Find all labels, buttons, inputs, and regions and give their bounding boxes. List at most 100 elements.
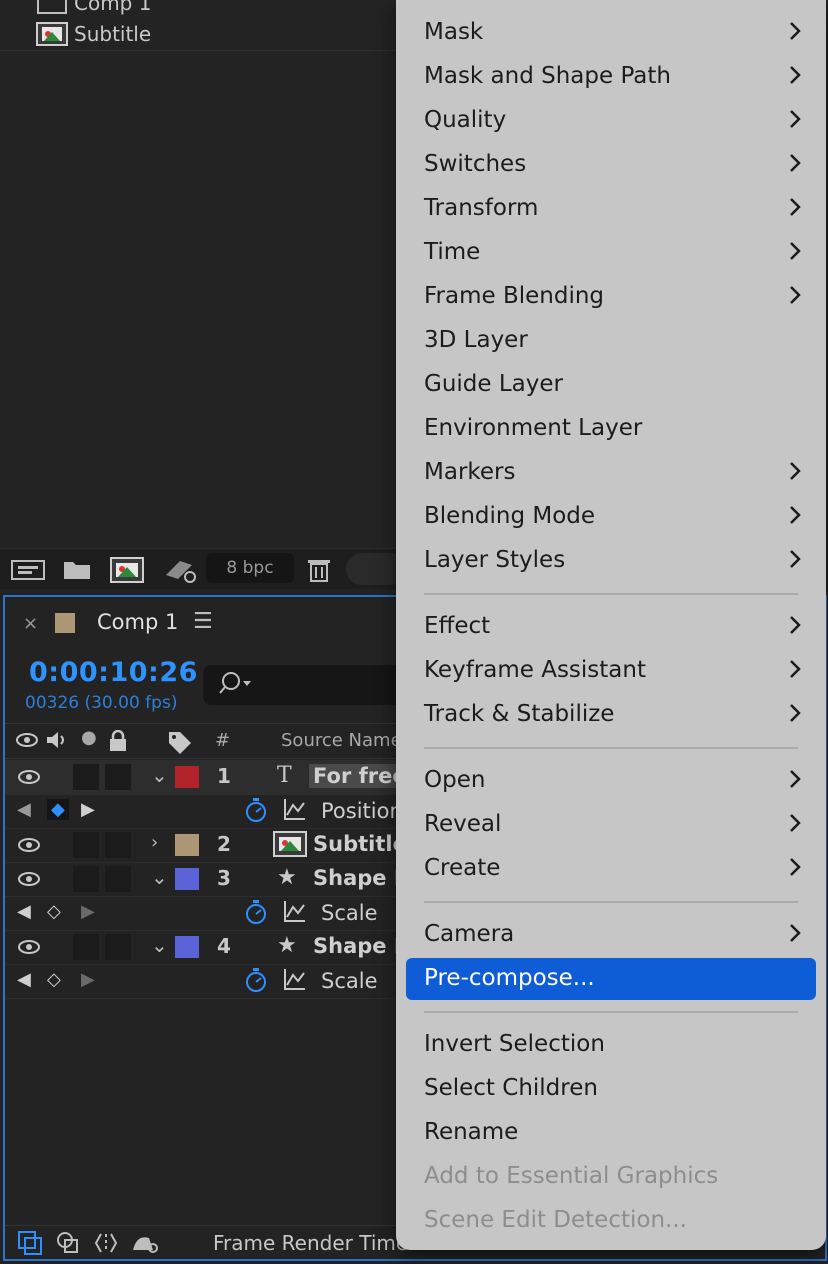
menu-item-effect[interactable]: Effect [406,606,816,648]
eye-icon[interactable] [17,937,41,962]
menu-item-mask[interactable]: Mask [406,12,816,54]
menu-item-switches[interactable]: Switches [406,144,816,186]
stopwatch-icon[interactable] [243,899,269,931]
layer-number: 2 [217,832,231,856]
menu-item-camera[interactable]: Camera [406,914,816,956]
menu-item-mask-and-shape-path[interactable]: Mask and Shape Path [406,56,816,98]
graph-icon[interactable] [283,899,307,928]
composition-flowchart-icon[interactable] [17,1230,43,1261]
property-name[interactable]: Position [321,799,403,823]
chevron-right-icon [788,700,802,732]
menu-item-blending-mode[interactable]: Blending Mode [406,496,816,538]
motion-blur-icon[interactable] [131,1230,159,1261]
menu-item-guide-layer[interactable]: Guide Layer [406,364,816,406]
chevron-right-icon [788,458,802,490]
chevron-down-icon[interactable]: ⌄ [151,763,168,787]
menu-item-pre-compose[interactable]: Pre-compose... [406,958,816,1000]
chevron-right-icon [788,62,802,94]
solo-switch[interactable] [73,764,99,790]
label-color[interactable] [175,868,199,890]
lock-switch[interactable] [105,764,131,790]
menu-separator [424,901,798,903]
chevron-right-icon [788,194,802,226]
menu-item-label: Track & Stabilize [424,701,615,727]
solo-switch[interactable] [73,934,99,960]
close-icon[interactable]: × [23,613,38,634]
previous-keyframe-icon[interactable]: ◀ [17,969,31,990]
solo-switch[interactable] [73,866,99,892]
label-color[interactable] [175,936,199,958]
menu-item-open[interactable]: Open [406,760,816,802]
keyframe-icon[interactable]: ◇ [47,969,61,990]
eye-icon[interactable] [17,869,41,894]
lock-switch[interactable] [105,832,131,858]
menu-item-label: Add to Essential Graphics [424,1163,719,1189]
previous-keyframe-icon[interactable]: ◀ [17,901,31,922]
bit-depth-button[interactable]: 8 bpc [206,553,294,583]
label-color[interactable] [175,766,199,788]
footage-icon [36,22,68,46]
graph-icon[interactable] [283,797,307,826]
previous-keyframe-icon[interactable]: ◀ [17,799,31,820]
lock-switch[interactable] [105,866,131,892]
menu-item-3d-layer[interactable]: 3D Layer [406,320,816,362]
keyframe-icon[interactable]: ◆ [47,799,69,820]
stopwatch-icon[interactable] [243,967,269,999]
folder-icon[interactable] [62,557,92,585]
menu-item-label: Time [424,239,481,265]
source-name-column[interactable]: Source Name [281,730,402,751]
render-icon[interactable] [162,557,198,587]
menu-item-frame-blending[interactable]: Frame Blending [406,276,816,318]
menu-separator [424,747,798,749]
new-composition-icon[interactable] [110,557,144,587]
menu-item-quality[interactable]: Quality [406,100,816,142]
next-keyframe-icon[interactable]: ▶ [81,799,95,820]
label-color[interactable] [175,834,199,856]
expand-collapse-icon[interactable] [93,1230,119,1261]
menu-item-transform[interactable]: Transform [406,188,816,230]
layer-name[interactable]: Subtitle [313,832,407,856]
menu-item-layer-styles[interactable]: Layer Styles [406,540,816,582]
menu-item-label: Mask and Shape Path [424,63,671,89]
menu-item-environment-layer[interactable]: Environment Layer [406,408,816,450]
menu-item-markers[interactable]: Markers [406,452,816,494]
menu-item-track-stabilize[interactable]: Track & Stabilize [406,694,816,736]
menu-item-label: Mask [424,19,484,45]
stopwatch-icon[interactable] [243,797,269,829]
menu-separator [424,593,798,595]
lock-switch[interactable] [105,934,131,960]
menu-item-rename[interactable]: Rename [406,1112,816,1154]
property-name[interactable]: Scale [321,969,378,993]
eye-icon[interactable] [17,767,41,792]
chevron-down-icon[interactable]: ⌄ [151,865,168,889]
next-keyframe-icon[interactable]: ▶ [81,969,95,990]
property-name[interactable]: Scale [321,901,378,925]
current-time[interactable]: 0:00:10:26 [29,657,198,688]
graph-icon[interactable] [283,967,307,996]
menu-item-keyframe-assistant[interactable]: Keyframe Assistant [406,650,816,692]
next-keyframe-icon[interactable]: ▶ [81,901,95,922]
solo-switch[interactable] [73,832,99,858]
eye-icon[interactable] [17,835,41,860]
solo-icon: ● [81,727,97,748]
menu-item-create[interactable]: Create [406,848,816,890]
chevron-right-icon[interactable]: › [151,832,158,853]
frame-count: 00326 (30.00 fps) [25,693,178,713]
keyframe-icon[interactable]: ◇ [47,901,61,922]
menu-item-invert-selection[interactable]: Invert Selection [406,1024,816,1066]
project-item-subtitle[interactable]: Subtitle [0,17,400,51]
chevron-right-icon [788,766,802,798]
chevron-down-icon[interactable]: ⌄ [151,933,168,957]
trash-icon[interactable] [306,557,332,587]
menu-item-label: 3D Layer [424,327,528,353]
menu-item-reveal[interactable]: Reveal [406,804,816,846]
menu-item-label: Markers [424,459,516,485]
context-menu: Mask Mask and Shape Path Quality Switches Tr… [396,0,826,1250]
interpret-footage-icon[interactable] [10,557,46,587]
shy-icon[interactable] [55,1230,81,1261]
menu-item-time[interactable]: Time [406,232,816,274]
menu-item-label: Create [424,855,501,881]
panel-menu-icon[interactable]: ☰ [193,609,213,634]
tab-title[interactable]: Comp 1 [97,610,178,634]
menu-item-select-children[interactable]: Select Children [406,1068,816,1110]
